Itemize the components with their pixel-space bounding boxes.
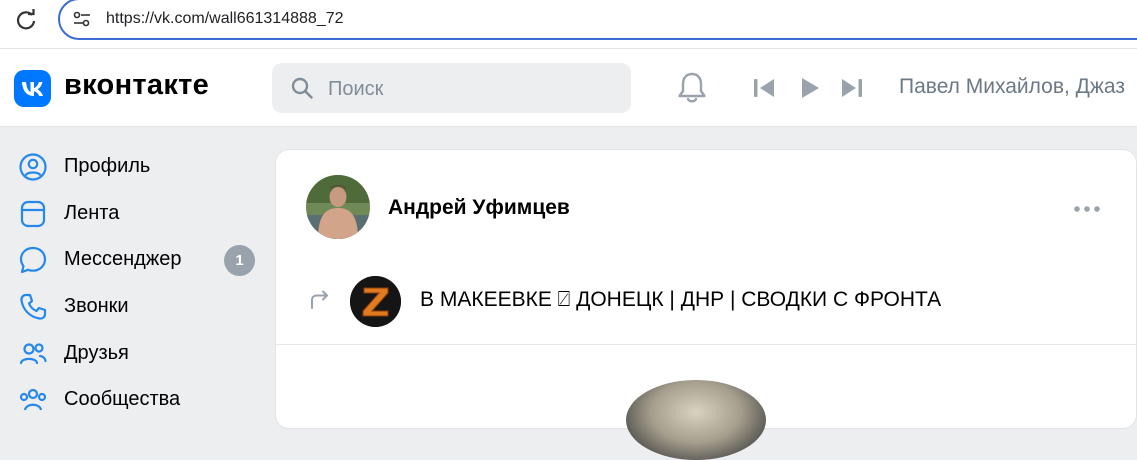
browser-toolbar: https://vk.com/wall661314888_72	[0, 0, 1137, 49]
next-track-icon[interactable]	[840, 77, 864, 99]
now-playing-title[interactable]: Павел Михайлов, Джаз	[899, 75, 1125, 99]
author-avatar[interactable]	[306, 175, 370, 239]
repost-group-name[interactable]: В МАКЕЕВКЕ ⍁ ДОНЕЦК | ДНР | СВОДКИ С ФРО…	[420, 288, 941, 312]
sidebar-item-communities[interactable]: Сообщества	[0, 377, 270, 423]
sidebar-item-messenger[interactable]: Мессенджер 1	[0, 237, 270, 283]
left-sidebar: Профиль Лента Мессенджер 1 Звонки Друзья	[0, 127, 270, 411]
sidebar-item-label: Сообщества	[64, 388, 181, 410]
site-settings-icon[interactable]	[72, 9, 92, 29]
post-image[interactable]	[626, 380, 766, 460]
post-author-name[interactable]: Андрей Уфимцев	[388, 196, 570, 220]
search-icon	[291, 77, 313, 99]
sidebar-item-label: Мессенджер	[64, 248, 182, 270]
sidebar-item-calls[interactable]: Звонки	[0, 284, 270, 330]
more-options-icon[interactable]	[1072, 204, 1102, 214]
search-input[interactable]: Поиск	[272, 63, 631, 113]
post-divider	[276, 344, 1136, 345]
sidebar-item-profile[interactable]: Профиль	[0, 144, 270, 190]
reload-icon[interactable]	[14, 8, 38, 32]
sidebar-item-label: Звонки	[64, 295, 129, 317]
unread-count-badge: 1	[224, 245, 255, 276]
site-header: вконтакте Поиск Павел Михайлов, Джаз	[0, 49, 1137, 127]
play-icon[interactable]	[799, 77, 821, 99]
url-text[interactable]: https://vk.com/wall661314888_72	[106, 10, 343, 28]
sidebar-item-label: Лента	[64, 202, 120, 224]
sidebar-item-feed[interactable]: Лента	[0, 191, 270, 237]
phone-icon	[20, 293, 47, 320]
sidebar-item-friends[interactable]: Друзья	[0, 331, 270, 377]
messenger-icon	[19, 246, 47, 274]
sidebar-item-label: Профиль	[64, 155, 151, 177]
communities-icon	[19, 388, 47, 411]
address-bar[interactable]: https://vk.com/wall661314888_72	[58, 0, 1137, 40]
vk-logo-text[interactable]: вконтакте	[64, 69, 209, 102]
profile-icon	[19, 153, 47, 181]
notifications-bell-icon[interactable]	[676, 71, 708, 105]
repost-arrow-icon	[311, 290, 328, 309]
friends-icon	[19, 343, 47, 365]
wall-post-card: Андрей Уфимцев В МАКЕЕВКЕ ⍁ ДОНЕЦК | ДНР…	[275, 149, 1137, 460]
previous-track-icon[interactable]	[752, 77, 776, 99]
group-avatar[interactable]	[350, 276, 401, 327]
feed-icon	[20, 200, 46, 228]
vk-logo-icon[interactable]	[14, 70, 51, 107]
sidebar-item-label: Друзья	[64, 342, 129, 364]
search-placeholder: Поиск	[328, 78, 384, 100]
